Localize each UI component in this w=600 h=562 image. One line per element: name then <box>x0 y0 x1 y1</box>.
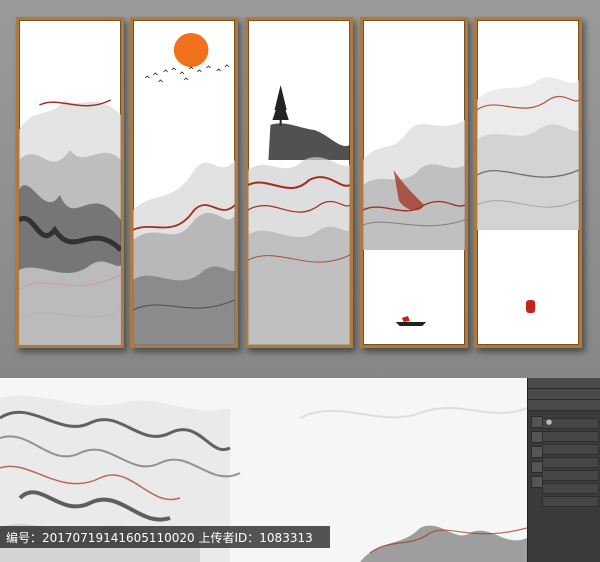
panel-options-bar[interactable] <box>528 389 600 400</box>
ink-landscape-3 <box>248 85 350 345</box>
layer-row[interactable] <box>542 483 599 494</box>
layers-panel: ● <box>527 378 600 562</box>
framed-panel-3 <box>245 17 353 348</box>
framed-panel-1 <box>16 17 124 348</box>
framed-panel-5 <box>474 17 582 348</box>
sun <box>173 33 209 67</box>
boat-icon <box>395 316 427 326</box>
blend-mode-bar[interactable] <box>528 400 600 411</box>
panel-tab-bar[interactable] <box>528 378 600 389</box>
layer-row[interactable] <box>542 431 599 442</box>
layer-row[interactable] <box>542 444 599 455</box>
ink-landscape-2 <box>133 33 235 345</box>
flying-birds <box>144 64 230 83</box>
pine-tree-icon <box>272 85 289 126</box>
framed-panel-2 <box>130 17 238 348</box>
footer-id-text: 编号：20170719141605110020 上传者ID：1083313 <box>6 531 313 545</box>
layer-row[interactable]: ● <box>542 418 599 429</box>
product-mockup-area <box>0 0 600 378</box>
framed-panel-4 <box>360 17 468 348</box>
ink-landscape-1 <box>19 99 121 345</box>
eye-icon[interactable]: ● <box>546 419 553 426</box>
red-seal-icon <box>525 300 536 313</box>
footer-bar: 编号：20170719141605110020 上传者ID：1083313 <box>0 526 330 548</box>
layer-row[interactable] <box>542 496 599 507</box>
layer-row[interactable] <box>542 470 599 481</box>
ink-landscape-5 <box>477 77 579 313</box>
ink-landscape-4 <box>363 120 465 326</box>
layer-row[interactable] <box>542 457 599 468</box>
